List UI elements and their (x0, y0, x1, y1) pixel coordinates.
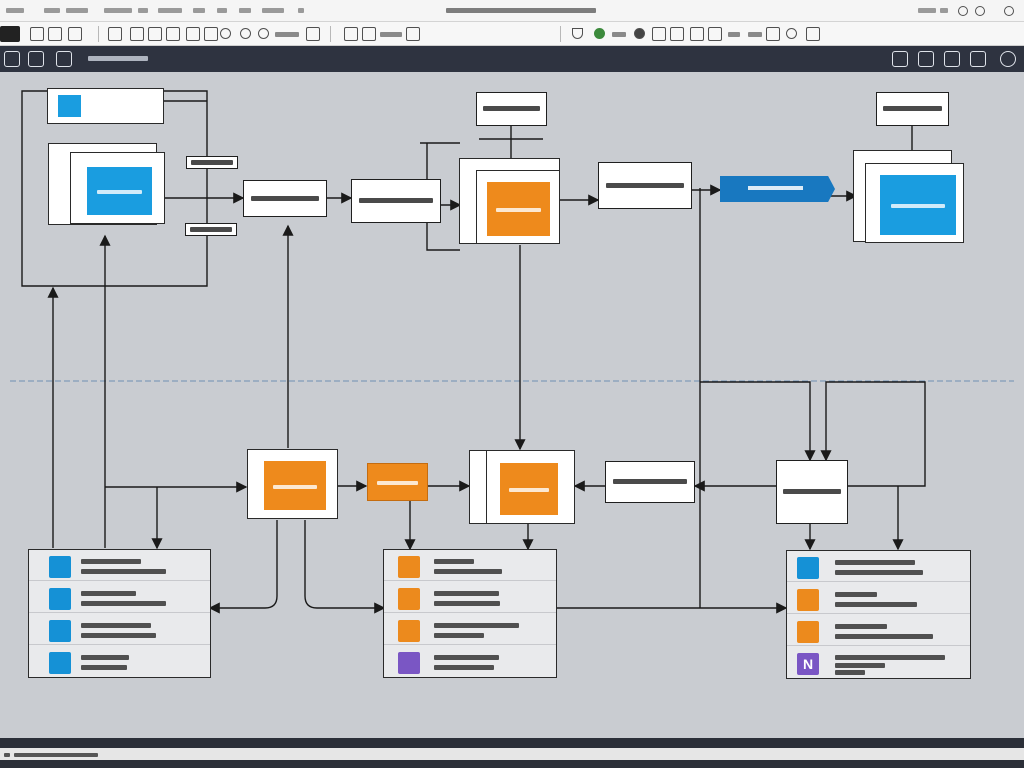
node-text (359, 198, 433, 203)
connector-arrow[interactable] (208, 520, 278, 614)
list-item-icon (398, 620, 420, 642)
status-text (4, 753, 10, 757)
list-item[interactable] (787, 583, 970, 614)
diagram-node[interactable] (486, 450, 575, 524)
node-text (606, 182, 684, 188)
tile-text (496, 207, 541, 212)
item-list-panel: N (786, 550, 971, 679)
list-item-text (81, 559, 141, 564)
status-text (14, 753, 98, 757)
list-item-text (434, 623, 519, 628)
list-item-text (81, 665, 127, 670)
diagram-node[interactable] (70, 152, 165, 224)
list-item-text (81, 569, 166, 574)
diagram-node[interactable] (47, 88, 164, 124)
diagram-label[interactable] (185, 223, 237, 236)
list-item[interactable] (29, 646, 210, 677)
diagram-node[interactable] (876, 92, 949, 126)
list-item-text (434, 601, 500, 606)
list-item-text (434, 569, 502, 574)
tile-text (96, 190, 143, 195)
list-item[interactable] (29, 550, 210, 581)
diagram-node[interactable] (865, 163, 964, 243)
list-item[interactable] (787, 551, 970, 582)
list-item-text (835, 663, 885, 668)
process-tile[interactable] (87, 167, 152, 215)
process-tile[interactable] (500, 463, 558, 515)
list-item-text (835, 670, 865, 675)
list-item-icon (398, 652, 420, 674)
list-item-icon (49, 620, 71, 642)
diagram-node[interactable] (247, 449, 338, 519)
list-item-icon (49, 588, 71, 610)
list-item-text (81, 591, 136, 596)
process-tile[interactable] (264, 461, 326, 510)
diagram-node[interactable] (776, 460, 848, 524)
list-item[interactable]: N (787, 647, 970, 678)
status-bar (0, 738, 1024, 768)
diagram-node[interactable] (598, 162, 692, 209)
list-item-icon (49, 556, 71, 578)
diagram-node[interactable] (605, 461, 695, 503)
list-item[interactable] (29, 614, 210, 645)
node-text (882, 106, 943, 111)
list-item-text (835, 655, 945, 660)
label-text (190, 226, 232, 232)
tile-text (508, 487, 550, 492)
process-tile[interactable] (880, 175, 956, 235)
list-item-icon (797, 557, 819, 579)
item-list-panel (383, 549, 557, 678)
list-item-icon (49, 652, 71, 674)
list-item-text (434, 655, 499, 660)
list-item-text (434, 591, 499, 596)
list-item[interactable] (384, 582, 556, 613)
list-item[interactable] (384, 614, 556, 645)
process-banner[interactable] (720, 176, 835, 202)
list-item-text (81, 633, 156, 638)
list-item-icon (398, 556, 420, 578)
list-item[interactable] (384, 646, 556, 677)
list-item-text (434, 633, 484, 638)
node-icon (58, 95, 81, 117)
list-item-text (81, 601, 166, 606)
diagram-node[interactable] (476, 170, 560, 244)
list-item-text (434, 559, 474, 564)
list-item-text (835, 634, 933, 639)
tile-text (891, 203, 945, 208)
process-tile[interactable] (487, 182, 550, 236)
list-item-text (434, 665, 494, 670)
list-item-icon (398, 588, 420, 610)
item-list-panel (28, 549, 211, 678)
list-item-text (81, 623, 151, 628)
list-item-text (835, 592, 877, 597)
connector-arrow[interactable] (304, 520, 386, 614)
list-item-text (835, 624, 887, 629)
list-item[interactable] (787, 615, 970, 646)
connector-arrow[interactable] (700, 381, 816, 462)
diagram-node[interactable] (351, 179, 441, 223)
list-item-text (835, 570, 923, 575)
label-text (191, 159, 233, 165)
status-strip (0, 748, 1024, 760)
diagram-label[interactable] (186, 156, 238, 169)
node-text (482, 106, 541, 111)
list-item-icon (797, 621, 819, 643)
diagram-node[interactable] (243, 180, 327, 217)
diagram-node[interactable] (476, 92, 547, 126)
tile-text (376, 481, 419, 486)
list-item-icon (797, 589, 819, 611)
node-text (782, 489, 842, 494)
tile-text (273, 484, 317, 489)
process-tile[interactable] (367, 463, 428, 501)
list-item[interactable] (29, 582, 210, 613)
node-text (613, 479, 687, 484)
list-item-text (835, 602, 917, 607)
list-item[interactable] (384, 550, 556, 581)
banner-text (748, 186, 803, 190)
list-item-icon: N (797, 653, 819, 675)
list-item-text (835, 560, 915, 565)
node-text (250, 195, 320, 201)
list-item-text (81, 655, 129, 660)
